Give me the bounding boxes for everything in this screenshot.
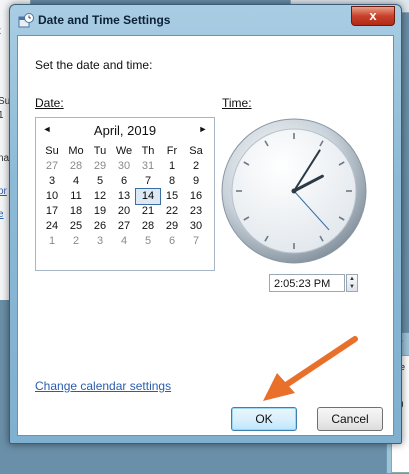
calendar-day[interactable]: 29: [88, 159, 112, 174]
background-text: t: [0, 26, 1, 37]
date-time-settings-dialog: Date and Time Settings x Set the date an…: [9, 4, 402, 444]
calendar-day[interactable]: 24: [40, 219, 64, 234]
close-button[interactable]: x: [351, 6, 395, 26]
calendar-day[interactable]: 11: [64, 189, 88, 204]
calendar-day[interactable]: 28: [64, 159, 88, 174]
weekday-header: Sa: [189, 145, 203, 157]
weekday-header: Tu: [93, 145, 107, 157]
calendar-day[interactable]: 5: [88, 174, 112, 189]
weekday-header: We: [115, 145, 133, 157]
weekday-header: Fr: [166, 145, 178, 157]
calendar-day-selected[interactable]: 14: [135, 188, 161, 205]
calendar-day[interactable]: 4: [64, 174, 88, 189]
calendar-day[interactable]: 3: [88, 234, 112, 249]
calendar-day[interactable]: 26: [88, 219, 112, 234]
change-calendar-settings-link[interactable]: Change calendar settings: [35, 379, 171, 393]
dialog-title: Date and Time Settings: [38, 13, 171, 27]
calendar-header: ◄ April, 2019 ►: [36, 123, 214, 140]
calendar-day[interactable]: 23: [184, 204, 208, 219]
dialog-client-area: Set the date and time: Date: Time: ◄ Apr…: [17, 35, 394, 436]
next-month-icon[interactable]: ►: [196, 124, 210, 134]
calendar-day[interactable]: 28: [136, 219, 160, 234]
datetime-app-icon: [18, 13, 34, 28]
spin-down-icon[interactable]: ▼: [347, 283, 357, 291]
background-text: na: [0, 153, 10, 164]
calendar-day[interactable]: 31: [136, 159, 160, 174]
calendar-day[interactable]: 8: [160, 174, 184, 189]
weekday-header: Su: [45, 145, 59, 157]
calendar-day[interactable]: 25: [64, 219, 88, 234]
date-label: Date:: [35, 96, 64, 110]
calendar-day[interactable]: 3: [40, 174, 64, 189]
analog-clock: [221, 118, 367, 264]
calendar-grid: Su Mo Tu We Th Fr Sa 27 28 29 30 31 1 2 3 4 5 6 7 8 9 10 11 12 1…: [40, 144, 210, 249]
calendar-day[interactable]: 21: [136, 204, 160, 219]
background-link[interactable]: or: [0, 186, 7, 197]
calendar-day[interactable]: 6: [160, 234, 184, 249]
calendar-month-year[interactable]: April, 2019: [56, 123, 194, 138]
cancel-button[interactable]: Cancel: [317, 407, 383, 431]
time-spinner[interactable]: ▲ ▼: [346, 274, 358, 292]
calendar-day[interactable]: 19: [88, 204, 112, 219]
calendar-day[interactable]: 27: [112, 219, 136, 234]
calendar-day[interactable]: 9: [184, 174, 208, 189]
calendar-day[interactable]: 6: [112, 174, 136, 189]
calendar-day[interactable]: 1: [160, 159, 184, 174]
calendar-day[interactable]: 17: [40, 204, 64, 219]
previous-month-icon[interactable]: ◄: [40, 124, 54, 134]
spin-up-icon[interactable]: ▲: [347, 275, 357, 283]
calendar-day[interactable]: 2: [184, 159, 208, 174]
weekday-header: Th: [141, 145, 155, 157]
calendar-day[interactable]: 27: [40, 159, 64, 174]
background-text: 1: [0, 110, 4, 121]
clock-center: [291, 188, 297, 194]
calendar-day[interactable]: 30: [184, 219, 208, 234]
calendar-day[interactable]: 5: [136, 234, 160, 249]
title-bar[interactable]: Date and Time Settings x: [10, 5, 401, 35]
calendar-day[interactable]: 18: [64, 204, 88, 219]
calendar-day[interactable]: 13: [112, 189, 136, 204]
calendar-day[interactable]: 15: [160, 189, 184, 204]
calendar-day[interactable]: 2: [64, 234, 88, 249]
calendar-day[interactable]: 10: [40, 189, 64, 204]
calendar-day[interactable]: 4: [112, 234, 136, 249]
calendar-day[interactable]: 22: [160, 204, 184, 219]
time-label: Time:: [222, 96, 252, 110]
ok-button[interactable]: OK: [231, 407, 297, 431]
calendar-day[interactable]: 20: [112, 204, 136, 219]
calendar-day[interactable]: 12: [88, 189, 112, 204]
calendar-day[interactable]: 7: [184, 234, 208, 249]
weekday-header: Mo: [68, 145, 84, 157]
calendar-day[interactable]: 1: [40, 234, 64, 249]
calendar-day[interactable]: 16: [184, 189, 208, 204]
time-input[interactable]: 2:05:23 PM: [269, 274, 345, 292]
background-link[interactable]: e: [0, 209, 4, 220]
instruction-text: Set the date and time:: [35, 58, 153, 72]
calendar-day[interactable]: 29: [160, 219, 184, 234]
calendar[interactable]: ◄ April, 2019 ► Su Mo Tu We Th Fr Sa 27 28 29 30 31…: [35, 117, 215, 271]
calendar-day[interactable]: 7: [136, 174, 160, 189]
calendar-day[interactable]: 30: [112, 159, 136, 174]
